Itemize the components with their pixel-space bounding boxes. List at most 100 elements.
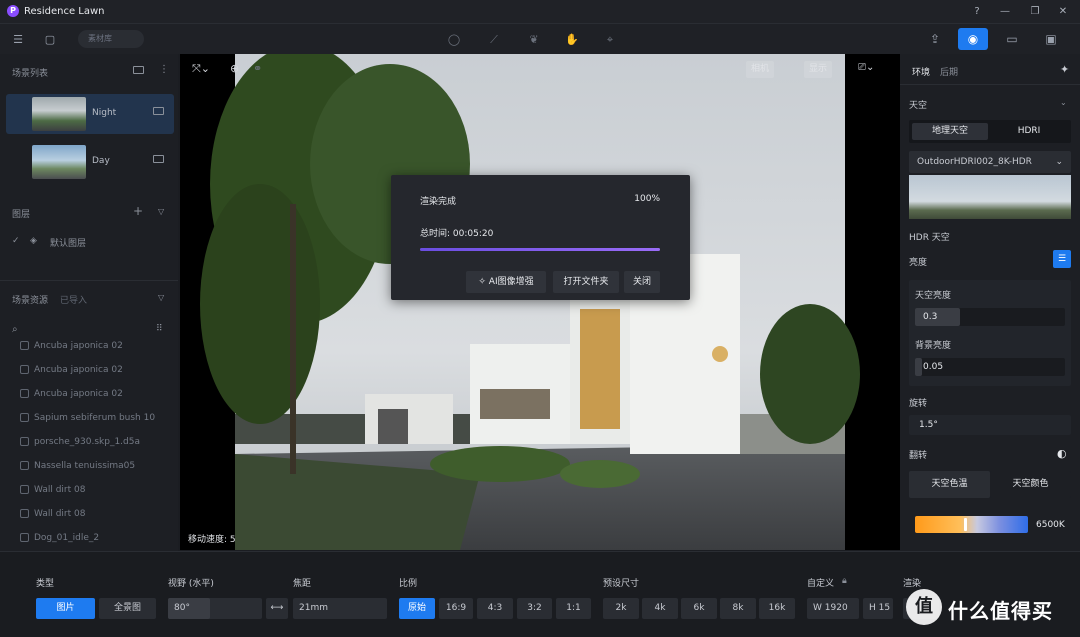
open-folder-button[interactable]: 打开文件夹 xyxy=(553,271,619,293)
brightness-label: 亮度 xyxy=(909,258,928,268)
camera-icon[interactable] xyxy=(153,107,164,115)
asset-item[interactable]: Nassella tenuissima05 xyxy=(20,461,135,471)
close-window-button[interactable]: ✕ xyxy=(1056,5,1070,19)
bg-brightness-slider[interactable]: 0.05 xyxy=(915,358,1065,376)
scene-item-night[interactable]: Night xyxy=(6,94,174,134)
sky-brightness-slider[interactable]: 0.3 xyxy=(915,308,1065,326)
grid-view-icon[interactable]: ⠿ xyxy=(156,324,163,334)
asset-name: porsche_930.skp_1.d5a xyxy=(34,437,140,447)
tab-post[interactable]: 后期 xyxy=(940,65,958,78)
tab-hdri[interactable]: HDRI xyxy=(991,123,1067,140)
asset-icon xyxy=(20,413,29,422)
chevron-down-icon[interactable]: ▽ xyxy=(158,293,164,302)
preset-size-label: 预设尺寸 xyxy=(603,579,640,589)
asset-item[interactable]: Wall dirt 08 xyxy=(20,509,85,519)
fov-label: 视野 (水平) xyxy=(168,579,214,589)
sliders-icon[interactable]: ☰ xyxy=(1053,250,1071,268)
link-icon[interactable]: ⚭ xyxy=(253,62,262,75)
path-icon[interactable]: ⟋ xyxy=(486,32,502,48)
assets-imported-filter[interactable]: 已导入 xyxy=(60,293,87,306)
preset-16k-button[interactable]: 16k xyxy=(759,598,795,619)
asset-item[interactable]: Sapium sebiferum bush 10 xyxy=(20,413,155,423)
transform-icon[interactable]: ⤧⌄ xyxy=(192,62,210,76)
asset-icon xyxy=(20,485,29,494)
asset-item[interactable]: Ancuba japonica 02 xyxy=(20,365,123,375)
watermark-text: 什么值得买 xyxy=(948,599,1053,623)
slider-fill xyxy=(915,308,960,326)
hdri-select[interactable]: OutdoorHDRI002_8K-HDR ⌄ xyxy=(909,151,1071,173)
tab-geo-sky[interactable]: 地理天空 xyxy=(912,123,988,140)
menu-icon[interactable]: ☰ xyxy=(10,32,26,48)
check-icon[interactable]: ✓ xyxy=(12,236,20,246)
asset-item[interactable]: Wall dirt 08 xyxy=(20,485,85,495)
preset-2k-button[interactable]: 2k xyxy=(603,598,639,619)
new-file-icon[interactable]: ▢ xyxy=(42,32,58,48)
slider-thumb[interactable] xyxy=(964,518,967,531)
left-panel: 场景列表 ⋮ Night Day 图层 + ▽ ✓ ◈ 默认图层 场景资源 已导… xyxy=(0,54,178,551)
sky-color-temp-tab[interactable]: 天空色温 xyxy=(909,471,990,498)
asset-item[interactable]: porsche_930.skp_1.d5a xyxy=(20,437,140,447)
restore-button[interactable]: ❐ xyxy=(1028,5,1042,19)
render-viewport[interactable]: ⤧⌄ ⊕ ⚭ 相机 显示 ⎚⌄ 移动速度: 5 xyxy=(180,54,900,550)
help-icon[interactable]: ? xyxy=(970,5,984,19)
image-icon[interactable] xyxy=(133,66,144,74)
sky-color-tab[interactable]: 天空颜色 xyxy=(990,471,1071,498)
leaf-icon[interactable]: ❦ xyxy=(526,32,542,48)
ratio-1-1-button[interactable]: 1:1 xyxy=(556,598,591,619)
lock-icon[interactable]: 🔒︎ xyxy=(842,576,847,586)
ratio-4-3-button[interactable]: 4:3 xyxy=(477,598,513,619)
camera-button[interactable]: 相机 xyxy=(746,61,775,78)
ratio-label: 比例 xyxy=(399,579,418,589)
fit-width-icon[interactable]: ⟷ xyxy=(266,598,288,619)
search-icon[interactable]: ⌕ xyxy=(12,324,18,335)
chevron-down-icon[interactable]: ⌄ xyxy=(1060,98,1067,107)
display-button[interactable]: 显示 xyxy=(804,61,833,78)
color-temp-slider[interactable] xyxy=(915,516,1028,533)
hdri-preview[interactable] xyxy=(909,175,1071,219)
asset-item[interactable]: Ancuba japonica 02 xyxy=(20,341,123,351)
preset-8k-button[interactable]: 8k xyxy=(720,598,756,619)
asset-icon xyxy=(20,461,29,470)
fov-input[interactable]: 80° xyxy=(168,598,262,619)
asset-item[interactable]: Dog_01_idle_2 xyxy=(20,533,99,543)
close-dialog-button[interactable]: 关闭 xyxy=(624,271,660,293)
type-image-button[interactable]: 图片 xyxy=(36,598,95,619)
add-layer-icon[interactable]: + xyxy=(133,204,143,218)
render-queue-button[interactable]: ▣ xyxy=(1036,28,1066,50)
asset-icon xyxy=(20,509,29,518)
ratio-original-button[interactable]: 原始 xyxy=(399,598,435,619)
focal-label: 焦距 xyxy=(293,579,312,589)
main-toolbar: ☰ ▢ ◯ ⟋ ❦ ✋ ⌖ xyxy=(0,24,1080,54)
rotation-input[interactable]: 1.5° xyxy=(909,415,1071,435)
ratio-3-2-button[interactable]: 3:2 xyxy=(517,598,552,619)
focal-input[interactable]: 21mm xyxy=(293,598,387,619)
type-pano-button[interactable]: 全景图 xyxy=(99,598,156,619)
hand-icon[interactable]: ✋ xyxy=(564,32,580,48)
camera-icon[interactable] xyxy=(153,155,164,163)
contrast-icon[interactable]: ◐ xyxy=(1057,447,1067,460)
sparkle-icon[interactable]: ✦ xyxy=(1060,63,1069,76)
move-speed-label: 移动速度: 5 xyxy=(188,535,236,545)
light-icon[interactable]: ◯ xyxy=(446,32,462,48)
video-mode-button[interactable]: ▭ xyxy=(997,28,1027,50)
tab-environment[interactable]: 环境 xyxy=(912,65,930,78)
select-icon[interactable]: ⌖ xyxy=(602,32,618,48)
preset-4k-button[interactable]: 4k xyxy=(642,598,678,619)
view-options-icon[interactable]: ⎚⌄ xyxy=(858,62,874,73)
export-button[interactable]: ⇪ xyxy=(920,28,950,50)
ratio-16-9-button[interactable]: 16:9 xyxy=(439,598,473,619)
scene-item-day[interactable]: Day xyxy=(6,142,174,182)
globe-icon[interactable]: ⊕ xyxy=(230,62,239,75)
ai-enhance-button[interactable]: ✧ AI图像增强 xyxy=(466,271,546,293)
minimize-button[interactable]: — xyxy=(998,5,1012,19)
asset-item[interactable]: Ancuba japonica 02 xyxy=(20,389,123,399)
display-label: 显示 xyxy=(809,64,828,74)
height-input[interactable]: H 15 xyxy=(863,598,893,619)
width-input[interactable]: W 1920 xyxy=(807,598,859,619)
preset-6k-button[interactable]: 6k xyxy=(681,598,717,619)
chevron-down-icon[interactable]: ▽ xyxy=(158,207,164,216)
more-icon[interactable]: ⋮ xyxy=(159,64,169,75)
asset-icon xyxy=(20,533,29,542)
photo-mode-button[interactable]: ◉ xyxy=(958,28,988,50)
asset-library-button[interactable]: 素材库 xyxy=(78,30,144,48)
